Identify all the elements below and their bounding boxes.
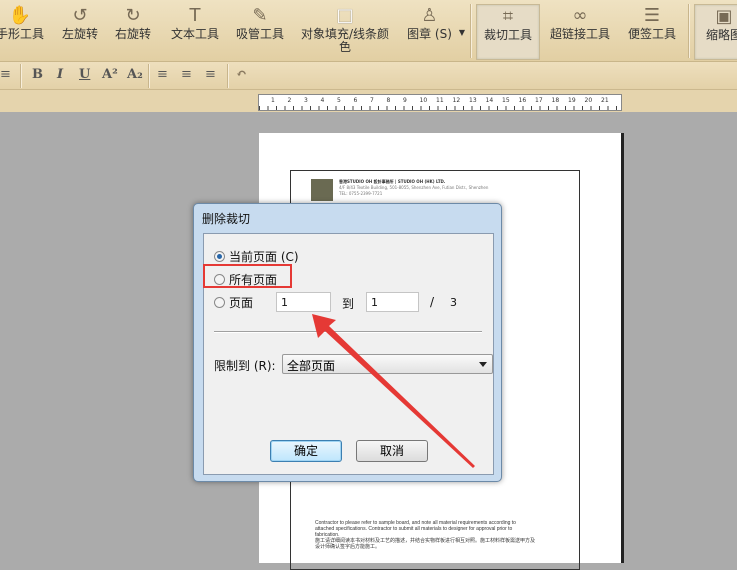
arrow-shape <box>312 314 475 468</box>
annotation-arrow <box>312 314 475 468</box>
